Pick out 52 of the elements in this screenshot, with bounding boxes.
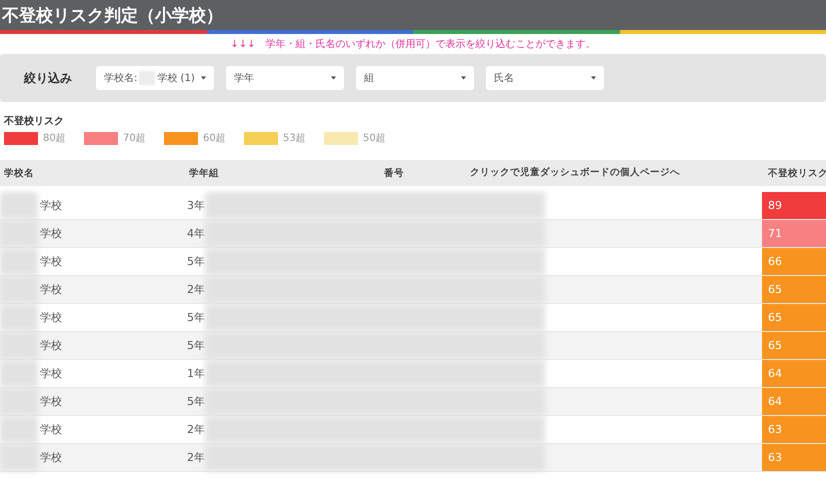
grade-cell: 2年 xyxy=(187,422,205,437)
risk-score-cell: 65 xyxy=(762,332,826,359)
risk-score-cell: 65 xyxy=(762,276,826,303)
caret-icon xyxy=(591,76,596,80)
school-cell: 学校 xyxy=(40,226,62,241)
risk-score-cell: 63 xyxy=(762,444,826,471)
legend-title: 不登校リスク xyxy=(4,114,65,128)
caret-icon xyxy=(331,76,336,80)
filter-hint: ↓↓↓ 学年・組・氏名のいずれか（併用可）で表示を絞り込むことができます。 xyxy=(230,39,596,50)
column-header: 不登校リスク xyxy=(766,166,826,180)
risk-score-cell: 66 xyxy=(762,248,826,275)
dropdown[interactable]: 組 xyxy=(356,66,474,90)
caret-icon xyxy=(461,76,466,80)
school-cell: 学校 xyxy=(40,254,62,269)
risk-score-cell: 63 xyxy=(762,416,826,443)
page-title: 不登校リスク判定（小学校） xyxy=(2,4,223,26)
dropdown[interactable]: 学年 xyxy=(226,66,344,90)
school-cell: 学校 xyxy=(40,310,62,325)
risk-score-cell: 64 xyxy=(762,388,826,415)
legend-label: 50超 xyxy=(363,132,386,145)
grade-cell: 5年 xyxy=(187,254,205,269)
school-cell: 学校 xyxy=(40,366,62,381)
dropdown[interactable]: 氏名 xyxy=(486,66,604,90)
filter-label: 絞り込み xyxy=(22,70,73,86)
legend-label: 70超 xyxy=(123,132,146,145)
grade-cell: 1年 xyxy=(187,366,205,381)
school-cell: 学校 xyxy=(40,282,62,297)
caret-icon xyxy=(201,76,206,80)
grade-cell: 5年 xyxy=(187,310,205,325)
risk-score-cell: 65 xyxy=(762,304,826,331)
dropdown[interactable]: 学校名: 学校 (1) xyxy=(96,66,214,90)
school-cell: 学校 xyxy=(40,198,62,213)
school-cell: 学校 xyxy=(40,450,62,465)
school-cell: 学校 xyxy=(40,422,62,437)
column-header: 学校名 xyxy=(3,166,35,180)
grade-cell: 5年 xyxy=(187,394,205,409)
grade-cell: 2年 xyxy=(187,282,205,297)
column-header: 番号 xyxy=(383,166,405,180)
legend-label: 60超 xyxy=(203,132,226,145)
school-cell: 学校 xyxy=(40,338,62,353)
grade-cell: 5年 xyxy=(187,338,205,353)
legend-label: 53超 xyxy=(283,132,306,145)
grade-cell: 2年 xyxy=(187,450,205,465)
legend-label: 80超 xyxy=(43,132,66,145)
grade-cell: 3年 xyxy=(187,198,205,213)
column-header: 学年組 xyxy=(188,166,220,180)
school-cell: 学校 xyxy=(40,394,62,409)
column-header: クリックで児童ダッシュボードの個人ページへ xyxy=(466,166,764,180)
risk-score-cell: 89 xyxy=(762,192,826,219)
risk-score-cell: 64 xyxy=(762,360,826,387)
risk-score-cell: 71 xyxy=(762,220,826,247)
grade-cell: 4年 xyxy=(187,226,205,241)
